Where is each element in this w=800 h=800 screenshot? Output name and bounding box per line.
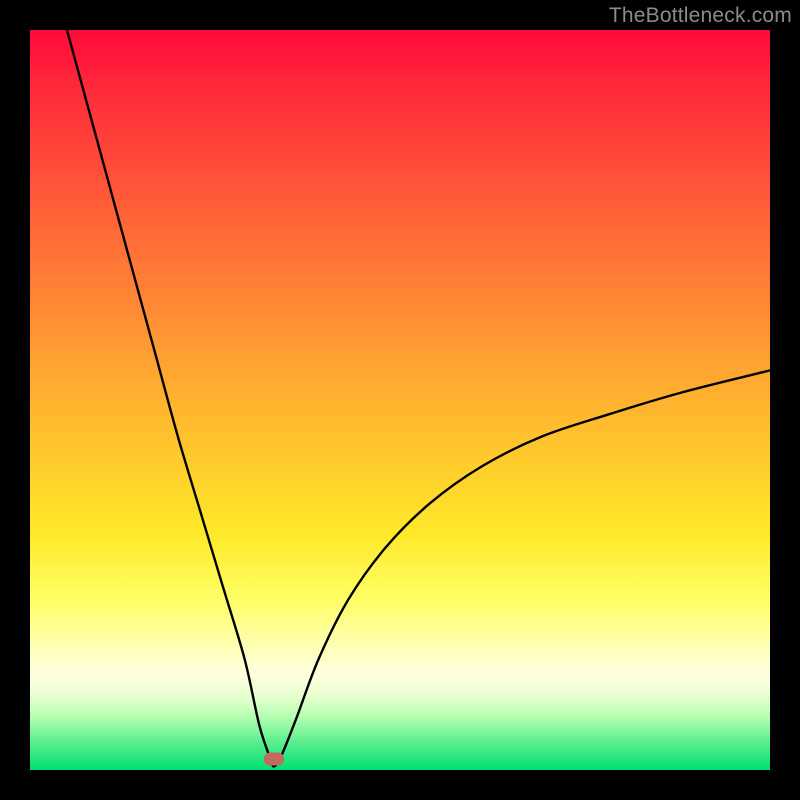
- optimal-point-marker: [264, 752, 284, 765]
- chart-frame: TheBottleneck.com: [0, 0, 800, 800]
- watermark-text: TheBottleneck.com: [609, 4, 792, 28]
- chart-gradient-area: [30, 30, 770, 770]
